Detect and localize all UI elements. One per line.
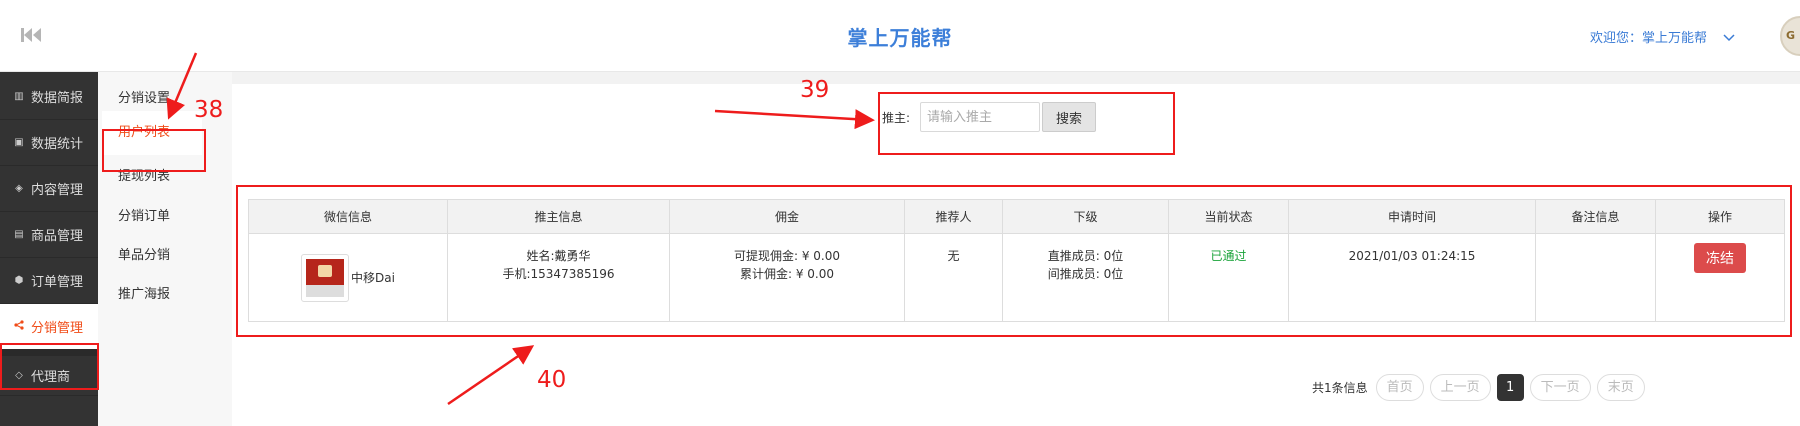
annotation-arrow-39 [714,109,875,130]
app-root: 掌上万能帮 欢迎您：掌上万能帮 G ▥ 数据简报 ▣ 数据统计 ◈ 内容管理 ▤… [0,0,1800,426]
annotation-arrow-40 [447,345,535,406]
annotation-arrow-38 [166,52,198,120]
annotation-arrows [166,52,875,406]
